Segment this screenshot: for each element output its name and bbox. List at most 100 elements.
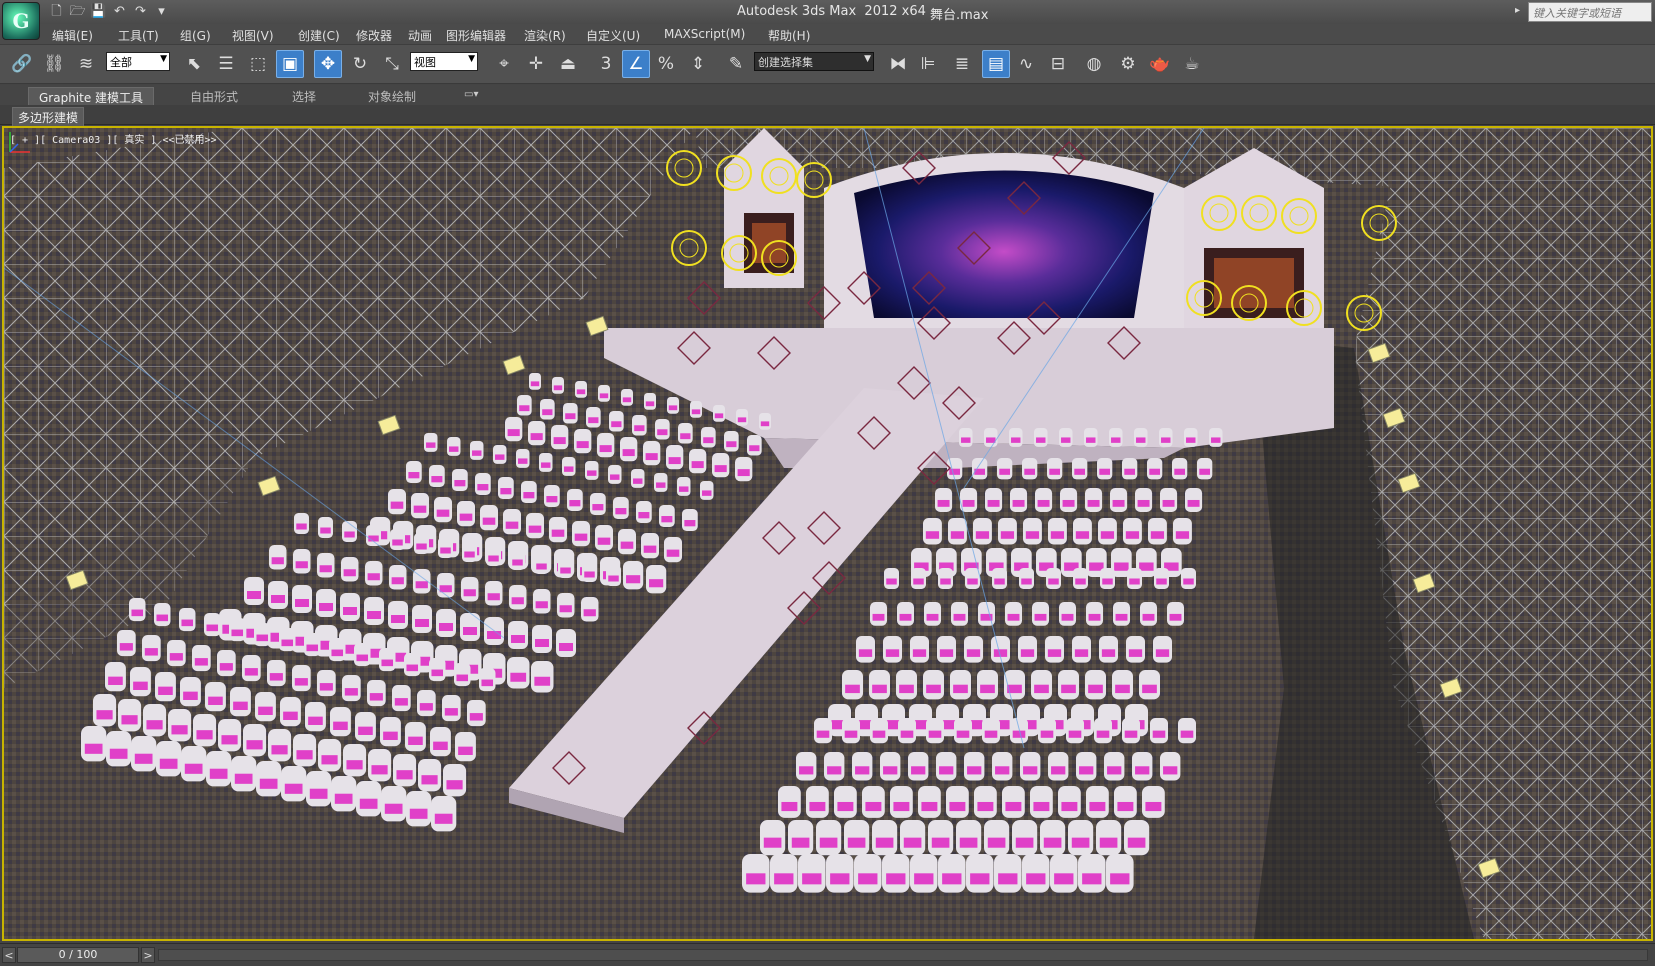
- edit-named-selection-icon[interactable]: ✎: [722, 50, 750, 78]
- menu-item-2[interactable]: 组(G): [180, 27, 211, 44]
- chair-bow: [726, 441, 737, 448]
- chair-bow: [1152, 730, 1166, 738]
- undo-icon[interactable]: ↶: [111, 3, 128, 20]
- reference-coordinate-dropdown[interactable]: 视图 ▼: [410, 52, 478, 71]
- chair-bow: [885, 649, 900, 657]
- audience-chair: [806, 786, 829, 818]
- chair-bow: [691, 409, 701, 415]
- chair-bow: [656, 482, 666, 488]
- chair-bow: [108, 676, 123, 685]
- select-scale-icon[interactable]: ⤡: [378, 50, 406, 78]
- select-by-name-icon[interactable]: ☰: [212, 50, 240, 78]
- chair-bow: [657, 429, 668, 436]
- chair-bow: [781, 801, 798, 812]
- bind-space-warp-icon[interactable]: ≋: [72, 50, 100, 78]
- selection-filter-dropdown[interactable]: 全部 ▼: [106, 52, 170, 71]
- mirror-icon[interactable]: ⧓: [884, 50, 912, 78]
- chair-bow: [281, 639, 294, 647]
- chair-bow: [1036, 437, 1046, 443]
- ribbon-options-icon[interactable]: ▭▾: [464, 89, 478, 100]
- window-crossing-icon[interactable]: ▣: [276, 50, 304, 78]
- chair-bow: [271, 595, 285, 603]
- graphite-ribbon: ▭▾ Graphite 建模工具 自由形式 选择 对象绘制: [0, 85, 1655, 105]
- snaps-toggle-icon[interactable]: 3: [592, 50, 620, 78]
- customize-dropdown-icon[interactable]: ▾: [153, 3, 170, 20]
- menu-item-3[interactable]: 视图(V): [232, 27, 274, 44]
- camera-viewport[interactable]: [ + ][ Camera03 ][ 真实 ] <<已禁用>>: [2, 126, 1653, 941]
- schematic-view-icon[interactable]: ⊟: [1044, 50, 1072, 78]
- menu-item-9[interactable]: 自定义(U): [586, 27, 640, 44]
- link-icon[interactable]: 🔗: [8, 50, 36, 78]
- select-rotate-icon[interactable]: ↻: [346, 50, 374, 78]
- ribbon-tab-0[interactable]: Graphite 建模工具: [28, 87, 155, 105]
- new-file-icon[interactable]: 🗋: [48, 3, 65, 20]
- redo-icon[interactable]: ↷: [132, 3, 149, 20]
- prev-frame-button[interactable]: <: [2, 947, 16, 963]
- align-icon[interactable]: ⊫: [914, 50, 942, 78]
- select-move-icon[interactable]: ✥: [314, 50, 342, 78]
- select-object-icon[interactable]: ⬉: [180, 50, 208, 78]
- chair-bow: [1082, 873, 1102, 885]
- layer-manager-icon[interactable]: ≣: [948, 50, 976, 78]
- chair-bow: [1145, 801, 1162, 812]
- ribbon-tab-1[interactable]: 自由形式: [180, 87, 248, 105]
- chair-bow: [463, 627, 477, 635]
- menu-item-1[interactable]: 工具(T): [118, 27, 159, 44]
- chair-bow: [1026, 873, 1046, 885]
- menu-item-8[interactable]: 渲染(R): [524, 27, 566, 44]
- chair-bow: [233, 701, 248, 710]
- chair-bow: [1034, 613, 1047, 621]
- search-expand-icon[interactable]: ▸: [1515, 5, 1520, 16]
- ribbon-tab-2[interactable]: 选择: [282, 87, 326, 105]
- timeline-track[interactable]: [158, 949, 1648, 961]
- rectangular-selection-icon[interactable]: ⬚: [244, 50, 272, 78]
- material-editor-icon[interactable]: ◍: [1080, 50, 1108, 78]
- next-frame-button[interactable]: >: [141, 947, 155, 963]
- audience-chair: [1023, 518, 1042, 545]
- chair-bow: [760, 421, 770, 427]
- render-production-icon[interactable]: ☕: [1178, 50, 1206, 78]
- spinner-snap-icon[interactable]: ⇕: [684, 50, 712, 78]
- unlink-icon[interactable]: ⛓: [40, 50, 68, 78]
- infocenter-search-input[interactable]: 键入关键字或短语: [1528, 2, 1652, 22]
- menu-item-4[interactable]: 创建(C): [298, 27, 340, 44]
- percent-snap-icon[interactable]: %: [652, 50, 680, 78]
- keyboard-shortcut-override-icon[interactable]: ⏏: [554, 50, 582, 78]
- chair-bow: [171, 725, 188, 735]
- chair-bow: [1187, 499, 1200, 507]
- menu-item-7[interactable]: 图形编辑器: [446, 27, 506, 44]
- curve-editor-icon[interactable]: ∿: [1012, 50, 1040, 78]
- render-setup-icon[interactable]: ⚙: [1114, 50, 1142, 78]
- chair-bow: [431, 476, 443, 483]
- audience-chair: [923, 518, 942, 545]
- menu-item-6[interactable]: 动画: [408, 27, 432, 44]
- save-icon[interactable]: 💾: [90, 3, 107, 20]
- graphite-toggle-icon[interactable]: ▤: [982, 50, 1010, 78]
- chair-bow: [1037, 499, 1050, 507]
- named-selection-value: 创建选择集: [758, 56, 813, 69]
- time-slider[interactable]: 0 / 100: [17, 947, 139, 963]
- select-manipulate-icon[interactable]: ✛: [522, 50, 550, 78]
- chair-bow: [1087, 499, 1100, 507]
- polygon-modeling-panel[interactable]: 多边形建模: [12, 107, 85, 128]
- menu-item-5[interactable]: 修改器: [356, 27, 392, 44]
- title-bar: G 🗋 🗁 💾 ↶ ↷ ▾ Autodesk 3ds Max 2012 x64 舞台.ma…: [0, 0, 1655, 40]
- menu-item-11[interactable]: 帮助(H): [768, 27, 810, 44]
- chair-bow: [464, 551, 475, 558]
- pivot-center-icon[interactable]: ⌖: [490, 50, 518, 78]
- angle-snap-icon[interactable]: ∠: [622, 50, 650, 78]
- ribbon-tab-3[interactable]: 对象绘制: [358, 87, 426, 105]
- open-file-icon[interactable]: 🗁: [69, 3, 86, 20]
- rendered-frame-window-icon[interactable]: 🫖: [1146, 50, 1174, 78]
- chair-bow: [458, 746, 473, 755]
- audience-chair: [1048, 518, 1067, 545]
- chair-bow: [886, 873, 906, 885]
- audience-chair: [367, 680, 386, 707]
- application-button[interactable]: G: [2, 2, 40, 40]
- named-selection-dropdown[interactable]: 创建选择集 ▼: [754, 52, 874, 71]
- menu-item-0[interactable]: 编辑(E): [52, 27, 93, 44]
- menu-item-10[interactable]: MAXScript(M): [664, 27, 745, 41]
- chair-bow: [691, 461, 704, 469]
- viewport-label[interactable]: [ + ][ Camera03 ][ 真实 ] <<已禁用>>: [10, 131, 217, 146]
- chair-bow: [615, 508, 627, 515]
